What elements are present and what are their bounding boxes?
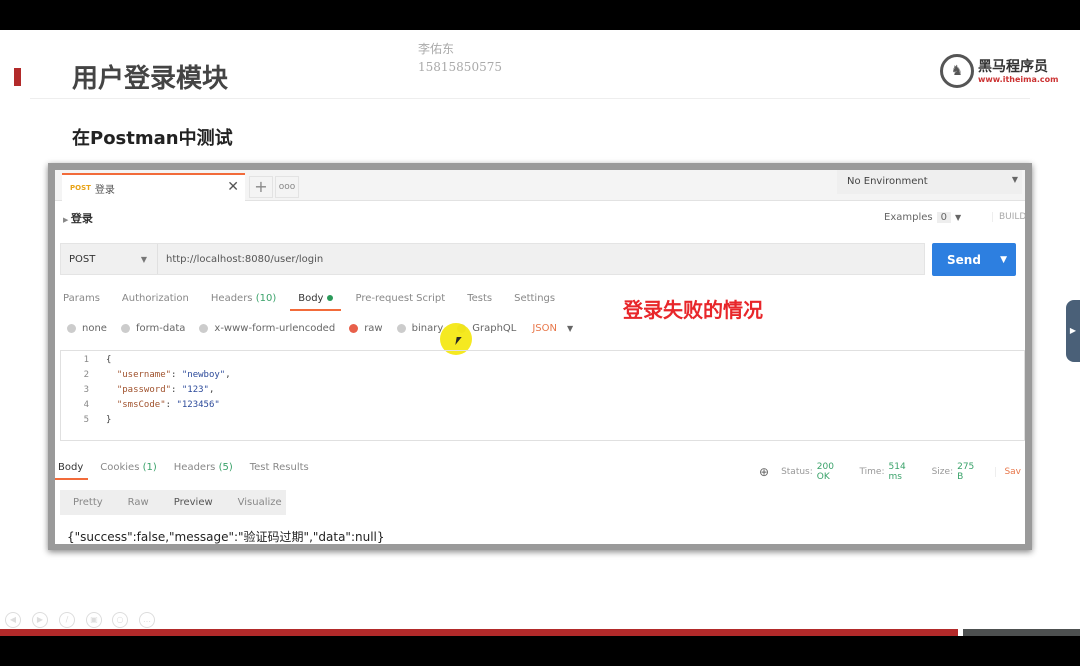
pen-icon[interactable]: / [59, 612, 75, 628]
modified-dot-icon [327, 295, 334, 301]
chevron-down-icon: ▼ [1011, 175, 1018, 184]
more-tabs-button[interactable]: ooo [275, 176, 299, 198]
view-switcher: Pretty Raw Preview Visualize [60, 490, 286, 515]
horse-logo-icon: ♞ [940, 54, 974, 88]
tab-settings[interactable]: Settings [514, 293, 555, 304]
next-icon[interactable]: ▶ [32, 612, 48, 628]
send-button[interactable]: Send ▼ [932, 243, 1016, 276]
zoom-icon[interactable]: ○ [112, 612, 128, 628]
divider [30, 98, 1030, 99]
progress-bar [0, 629, 958, 636]
request-name[interactable]: ▶ 登录 [63, 210, 93, 226]
radio-form-data[interactable]: form-data [120, 323, 185, 334]
postman-window: POST 登录 ✕ + ooo No Environment ▼ ▶ 登录 Exam… [48, 163, 1032, 550]
chevron-down-icon: ▼ [140, 254, 147, 264]
progress-track [963, 629, 1080, 636]
body-editor[interactable]: 1{ 2 "username": "newboy", 3 "password":… [60, 350, 1025, 441]
radio-binary[interactable]: binary [396, 323, 443, 334]
tab-headers[interactable]: Headers (10) [211, 293, 276, 304]
tab-params[interactable]: Params [63, 293, 100, 304]
url-bar: POST ▼ http://localhost:8080/user/login [60, 243, 925, 275]
tab-tests[interactable]: Tests [467, 293, 492, 304]
watermark: 李佑东 15815850575 [418, 42, 502, 74]
format-select[interactable]: JSON ▼ [530, 323, 573, 334]
radio-urlencoded[interactable]: x-www-form-urlencoded [199, 323, 335, 334]
view-preview[interactable]: Preview [174, 497, 213, 508]
tab-response-body[interactable]: Body [55, 462, 89, 480]
tab-pre-request-script[interactable]: Pre-request Script [355, 293, 445, 304]
tab-response-headers[interactable]: Headers (5) [174, 462, 233, 473]
radio-none[interactable]: none [67, 323, 107, 334]
tab-test-results[interactable]: Test Results [250, 462, 309, 473]
globe-icon[interactable]: ⊕ [759, 465, 769, 479]
response-body: {"success":false,"message":"验证码过期","data… [67, 530, 385, 544]
build-button[interactable]: BUILD [992, 212, 1025, 222]
slide-title: 用户登录模块 [72, 64, 229, 94]
title-marker [14, 68, 21, 86]
tab-bar: POST 登录 ✕ + ooo No Environment ▼ [55, 170, 1025, 201]
chevron-down-icon: ▼ [1000, 254, 1007, 265]
more-icon[interactable]: … [139, 612, 155, 628]
radio-raw[interactable]: raw [349, 323, 383, 334]
view-pretty[interactable]: Pretty [73, 497, 103, 508]
slides-icon[interactable]: ▣ [86, 612, 102, 628]
method-select[interactable]: POST ▼ [61, 244, 158, 274]
close-icon[interactable]: ✕ [227, 179, 239, 195]
response-tabs: Body Cookies (1) Headers (5) Test Result… [55, 462, 326, 480]
save-response-button[interactable]: Sav [995, 467, 1021, 477]
view-raw[interactable]: Raw [128, 497, 149, 508]
url-input[interactable]: http://localhost:8080/user/login [158, 254, 323, 265]
annotation: 登录失败的情况 [623, 298, 763, 322]
side-panel-toggle[interactable]: ▶ [1066, 300, 1080, 362]
new-tab-button[interactable]: + [249, 176, 273, 198]
tab-authorization[interactable]: Authorization [122, 293, 189, 304]
tab-body[interactable]: Body [290, 293, 342, 311]
request-tab[interactable]: POST 登录 ✕ [62, 173, 245, 201]
tab-cookies[interactable]: Cookies (1) [100, 462, 157, 473]
examples-button[interactable]: Examples 0 ▼ [884, 212, 961, 223]
body-type-radios: none form-data x-www-form-urlencoded raw… [67, 323, 587, 334]
request-tabs: Params Authorization Headers (10) Body P… [63, 293, 577, 311]
slide: 用户登录模块 李佑东 15815850575 ♞ 黑马程序员 www.itheima… [0, 30, 1080, 636]
view-visualize[interactable]: Visualize [238, 497, 282, 508]
logo: ♞ 黑马程序员 www.itheima.com [940, 54, 1058, 88]
prev-icon[interactable]: ◀ [5, 612, 21, 628]
response-status: ⊕ Status: 200 OK Time: 514 ms Size: 275 B S… [759, 462, 1021, 482]
environment-select[interactable]: No Environment ▼ [837, 170, 1022, 194]
slide-subtitle: 在Postman中测试 [72, 128, 233, 149]
